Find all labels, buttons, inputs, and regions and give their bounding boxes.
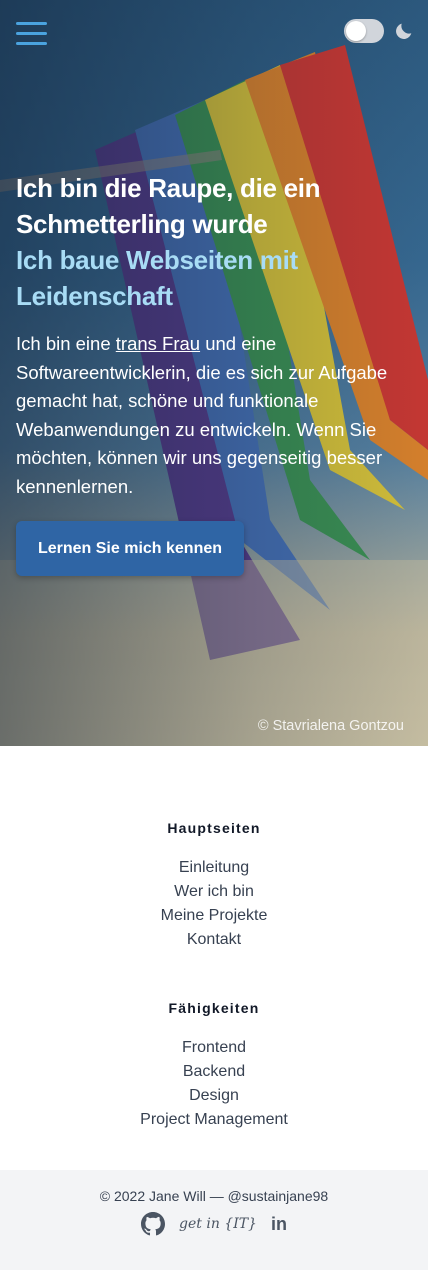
footer-bottom-bar: © 2022 Jane Will — @sustainjane98 get in… bbox=[0, 1170, 428, 1270]
getinit-link[interactable]: get in {IT} bbox=[179, 1216, 257, 1232]
footer-link-backend[interactable]: Backend bbox=[0, 1060, 428, 1084]
footer-heading: Hauptseiten bbox=[167, 820, 261, 836]
footer-link-list: Frontend Backend Design Project Manageme… bbox=[0, 1036, 428, 1132]
hamburger-line bbox=[16, 42, 47, 45]
hamburger-menu-icon bbox=[16, 22, 47, 25]
linkedin-link[interactable]: in bbox=[271, 1214, 287, 1235]
footer-navigation: Hauptseiten Einleitung Wer ich bin Meine… bbox=[0, 746, 428, 1170]
github-icon bbox=[141, 1212, 166, 1236]
footer-link-kontakt[interactable]: Kontakt bbox=[0, 928, 428, 952]
hero-section: Ich bin die Raupe, die ein Schmetterling… bbox=[0, 0, 428, 746]
intro-text-end: und eine Softwareentwicklerin, die es si… bbox=[16, 333, 388, 497]
intro-text-start: Ich bin eine bbox=[16, 333, 116, 354]
footer-link-design[interactable]: Design bbox=[0, 1084, 428, 1108]
hero-text: Ich bin die Raupe, die ein Schmetterling… bbox=[16, 170, 416, 501]
hero-intro: Ich bin eine trans Frau und eine Softwar… bbox=[16, 330, 416, 501]
footer-link-project-management[interactable]: Project Management bbox=[0, 1108, 428, 1132]
learn-more-button[interactable]: Lernen Sie mich kennen bbox=[16, 521, 244, 576]
hero-subtitle: Ich baue Webseiten mit Leidenschaft bbox=[16, 245, 298, 311]
footer-section-faehigkeiten: Fähigkeiten Frontend Backend Design Proj… bbox=[0, 1000, 428, 1132]
footer-link-wer-ich-bin[interactable]: Wer ich bin bbox=[0, 880, 428, 904]
hero-title: Ich bin die Raupe, die ein Schmetterling… bbox=[16, 173, 321, 239]
copyright-text: © 2022 Jane Will — @sustainjane98 bbox=[99, 1188, 329, 1204]
menu-button[interactable] bbox=[16, 22, 47, 48]
social-links: get in {IT} in bbox=[0, 1212, 428, 1236]
footer-section-hauptseiten: Hauptseiten Einleitung Wer ich bin Meine… bbox=[0, 820, 428, 952]
photo-credit: © Stavrialena Gontzou bbox=[257, 718, 404, 734]
trans-frau-link[interactable]: trans Frau bbox=[116, 333, 200, 354]
hamburger-line bbox=[16, 32, 47, 35]
toggle-knob bbox=[346, 21, 366, 41]
moon-icon[interactable] bbox=[393, 20, 415, 42]
footer-heading: Fähigkeiten bbox=[168, 1000, 260, 1016]
footer-link-einleitung[interactable]: Einleitung bbox=[0, 856, 428, 880]
github-link[interactable] bbox=[141, 1212, 166, 1236]
theme-toggle[interactable] bbox=[344, 19, 384, 43]
footer-link-meine-projekte[interactable]: Meine Projekte bbox=[0, 904, 428, 928]
footer-link-list: Einleitung Wer ich bin Meine Projekte Ko… bbox=[0, 856, 428, 952]
footer-link-frontend[interactable]: Frontend bbox=[0, 1036, 428, 1060]
